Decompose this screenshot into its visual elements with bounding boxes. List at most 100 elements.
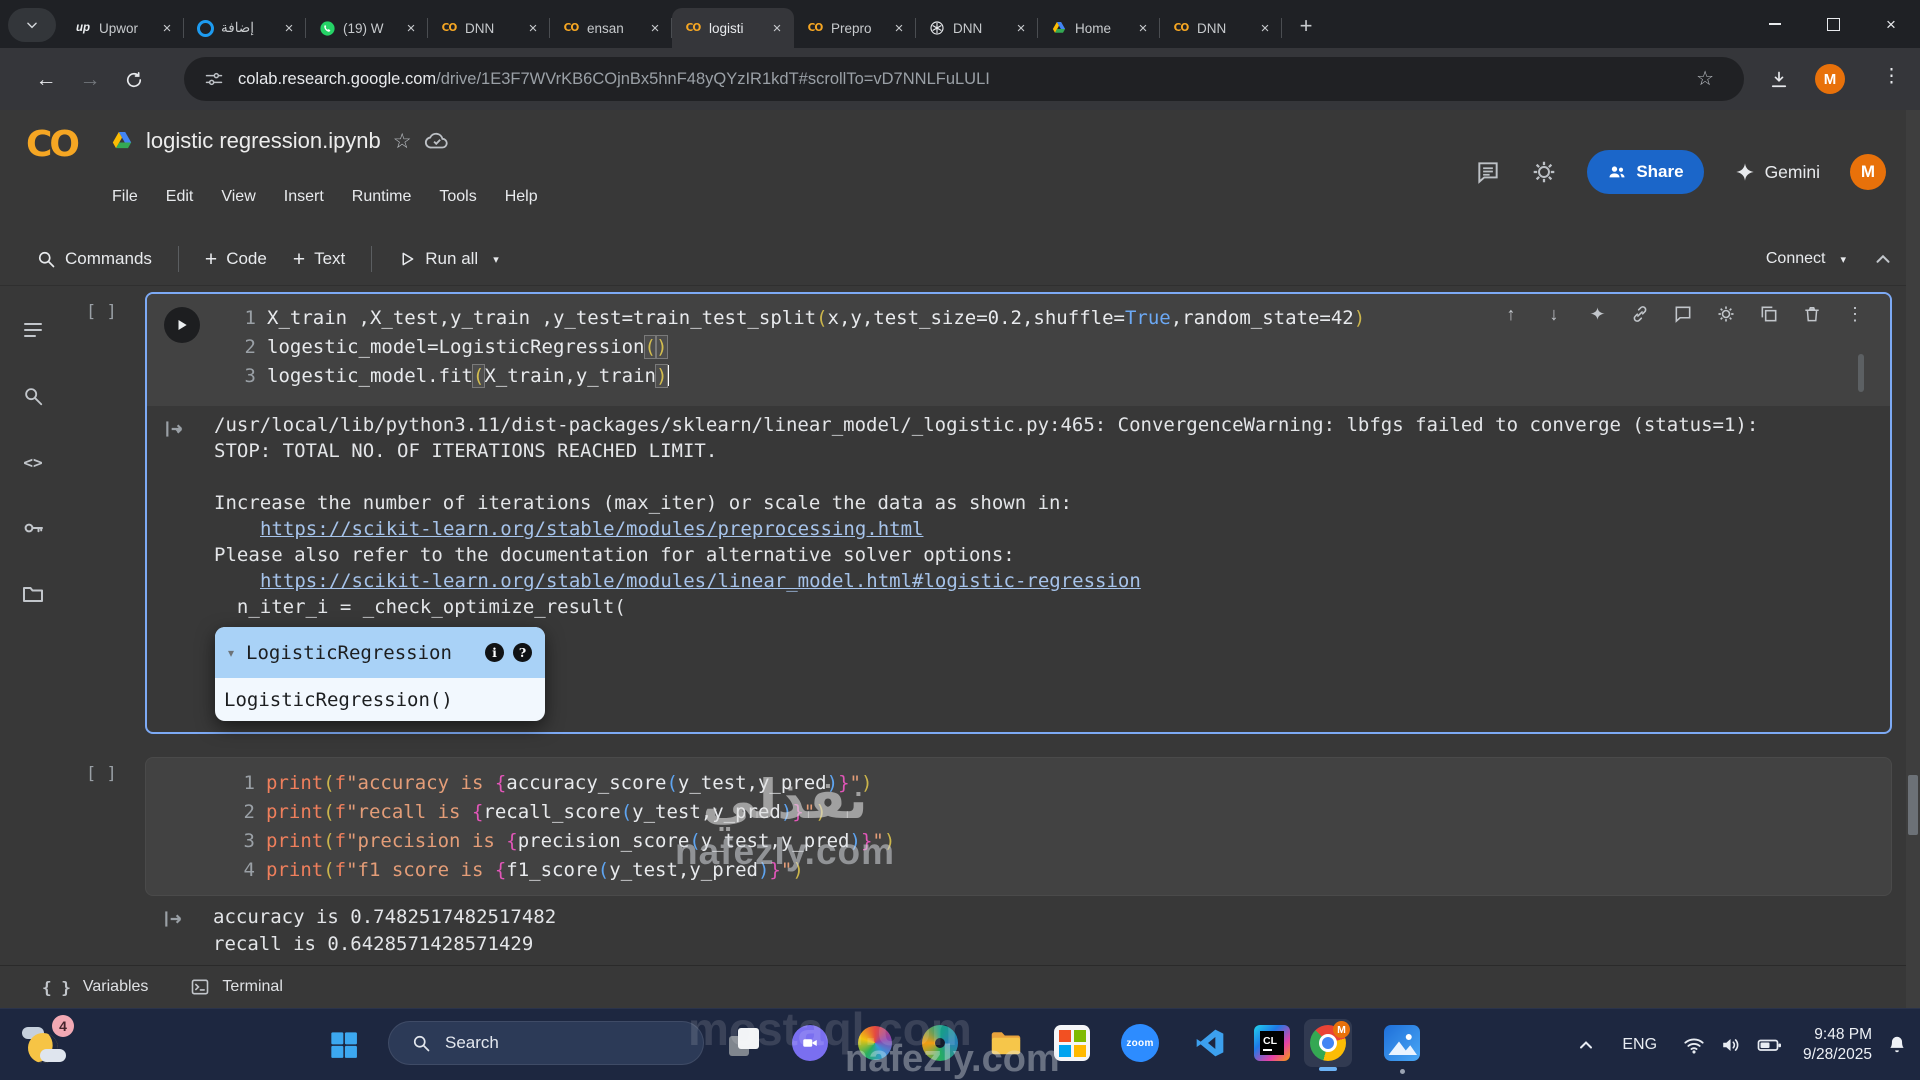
code-line[interactable]: 2logestic_model=LogisticRegression()	[243, 333, 1870, 362]
browser-profile-avatar[interactable]: M	[1815, 64, 1845, 94]
menu-tools[interactable]: Tools	[439, 188, 476, 206]
photos-app-button[interactable]	[1382, 1023, 1422, 1063]
autocomplete-popup-header[interactable]: ▾ LogisticRegression i ?	[215, 627, 545, 678]
media-disc-app[interactable]	[920, 1023, 960, 1063]
weather-widget[interactable]: 4	[22, 1019, 74, 1071]
editor-scrollbar-thumb[interactable]	[1858, 354, 1864, 392]
code-line[interactable]: 3print(f"precision is {precision_score(y…	[242, 827, 1871, 856]
chevron-down-icon[interactable]: ▾	[228, 646, 234, 660]
output-options-icon[interactable]	[163, 416, 189, 442]
star-notebook-icon[interactable]: ☆	[393, 129, 412, 154]
downloads-button[interactable]	[1765, 66, 1793, 94]
terminal-button[interactable]: Terminal	[190, 977, 282, 997]
add-text-cell-button[interactable]: +Text	[293, 249, 345, 270]
browser-tab[interactable]: upUpwor×	[62, 8, 184, 48]
move-cell-up-icon[interactable]: ↑	[1500, 303, 1522, 325]
code-snippets-icon[interactable]: <>	[19, 448, 47, 476]
back-button[interactable]: ←	[32, 66, 60, 94]
cell1-editor[interactable]: 1X_train ,X_test,y_train ,y_test=train_t…	[147, 294, 1890, 406]
minimize-button[interactable]	[1746, 0, 1804, 48]
secrets-key-icon[interactable]	[19, 514, 47, 542]
battery-icon[interactable]	[1757, 1032, 1783, 1058]
code-cell-1[interactable]: 1X_train ,X_test,y_train ,y_test=train_t…	[145, 292, 1892, 734]
code-cell-2[interactable]: 1print(f"accuracy is {accuracy_score(y_t…	[145, 757, 1892, 896]
reload-button[interactable]	[120, 66, 148, 94]
forward-button[interactable]: →	[76, 66, 104, 94]
tab-close-icon[interactable]: ×	[768, 19, 786, 37]
close-button[interactable]: ×	[1862, 0, 1920, 48]
info-icon[interactable]: i	[485, 643, 504, 662]
visual-studio-button[interactable]	[1190, 1023, 1230, 1063]
chrome-app-button[interactable]: M	[1304, 1019, 1352, 1067]
output-options-icon[interactable]	[162, 906, 188, 932]
microsoft-store-button[interactable]	[1052, 1023, 1092, 1063]
help-icon[interactable]: ?	[513, 643, 532, 662]
clion-button[interactable]: CL	[1252, 1023, 1292, 1063]
volume-icon[interactable]	[1720, 1034, 1742, 1056]
start-button[interactable]	[326, 1027, 362, 1063]
browser-tab[interactable]: CODNN×	[428, 8, 550, 48]
taskbar-search[interactable]: Search	[388, 1021, 704, 1065]
browser-tab[interactable]: CODNN×	[1160, 8, 1282, 48]
browser-tab[interactable]: COPrepro×	[794, 8, 916, 48]
find-replace-icon[interactable]	[19, 382, 47, 410]
colab-profile-avatar[interactable]: M	[1850, 154, 1886, 190]
chevron-down-icon[interactable]: ▾	[493, 253, 499, 266]
cell-settings-gear-icon[interactable]	[1715, 303, 1737, 325]
colorful-circle-app[interactable]	[855, 1023, 895, 1063]
tab-close-icon[interactable]: ×	[158, 19, 176, 37]
tab-close-icon[interactable]: ×	[1134, 19, 1152, 37]
page-scrollbar-thumb[interactable]	[1908, 775, 1918, 835]
bookmark-star-icon[interactable]: ☆	[1696, 66, 1714, 91]
maximize-button[interactable]	[1804, 0, 1862, 48]
taskbar-clock[interactable]: 9:48 PM 9/28/2025	[1803, 1025, 1872, 1065]
notifications-bell-icon[interactable]	[1886, 1034, 1908, 1056]
collapse-header-icon[interactable]	[1872, 248, 1894, 270]
url-input[interactable]: colab.research.google.com/drive/1E3F7WVr…	[184, 57, 1744, 101]
code-line[interactable]: 1print(f"accuracy is {accuracy_score(y_t…	[242, 769, 1871, 798]
page-scrollbar[interactable]	[1906, 110, 1920, 1008]
tab-close-icon[interactable]: ×	[1012, 19, 1030, 37]
copy-cell-icon[interactable]	[1758, 303, 1780, 325]
language-indicator[interactable]: ENG	[1622, 1036, 1657, 1054]
delete-cell-icon[interactable]	[1801, 303, 1823, 325]
menu-view[interactable]: View	[221, 188, 255, 206]
tab-close-icon[interactable]: ×	[402, 19, 420, 37]
files-folder-icon[interactable]	[19, 580, 47, 608]
file-explorer-button[interactable]	[986, 1023, 1026, 1063]
cell2-exec-indicator[interactable]: [ ]	[86, 764, 117, 784]
autocomplete-popup[interactable]: ▾ LogisticRegression i ? LogisticRegress…	[215, 627, 545, 721]
browser-tab[interactable]: Home×	[1038, 8, 1160, 48]
task-view-button[interactable]	[724, 1023, 764, 1063]
browser-tab[interactable]: COlogisti×	[672, 8, 794, 48]
autocomplete-suggestion[interactable]: LogisticRegression()	[215, 678, 545, 721]
site-info-icon[interactable]	[204, 69, 224, 89]
browser-menu-button[interactable]: ⋮	[1882, 65, 1901, 88]
colab-logo[interactable]: CO	[26, 124, 77, 165]
run-all-button[interactable]: Run all ▾	[398, 249, 498, 269]
gemini-button[interactable]: Gemini	[1734, 161, 1820, 183]
comment-icon[interactable]	[1672, 303, 1694, 325]
video-chat-app[interactable]	[790, 1023, 830, 1063]
tab-close-icon[interactable]: ×	[1256, 19, 1274, 37]
code-line[interactable]: 4print(f"f1 score is {f1_score(y_test,y_…	[242, 856, 1871, 885]
more-options-icon[interactable]: ⋮	[1844, 303, 1866, 325]
run-cell-button[interactable]	[164, 307, 200, 343]
add-code-cell-button[interactable]: +Code	[205, 249, 267, 270]
table-of-contents-icon[interactable]	[19, 316, 47, 344]
menu-insert[interactable]: Insert	[284, 188, 324, 206]
browser-tab[interactable]: COensan×	[550, 8, 672, 48]
tab-search-button[interactable]	[8, 8, 56, 42]
link-icon[interactable]	[1629, 303, 1651, 325]
tab-close-icon[interactable]: ×	[646, 19, 664, 37]
browser-tab[interactable]: إضافة×	[184, 8, 306, 48]
tab-close-icon[interactable]: ×	[890, 19, 908, 37]
tab-close-icon[interactable]: ×	[524, 19, 542, 37]
connect-button[interactable]: Connect▾	[1766, 250, 1846, 268]
output-link[interactable]: https://scikit-learn.org/stable/modules/…	[260, 518, 923, 540]
tray-chevron-up-icon[interactable]	[1576, 1035, 1596, 1055]
code-line[interactable]: 3logestic_model.fit(X_train,y_train)	[243, 362, 1870, 391]
menu-runtime[interactable]: Runtime	[352, 188, 412, 206]
output-link[interactable]: https://scikit-learn.org/stable/modules/…	[260, 570, 1141, 592]
code-line[interactable]: 2print(f"recall is {recall_score(y_test,…	[242, 798, 1871, 827]
